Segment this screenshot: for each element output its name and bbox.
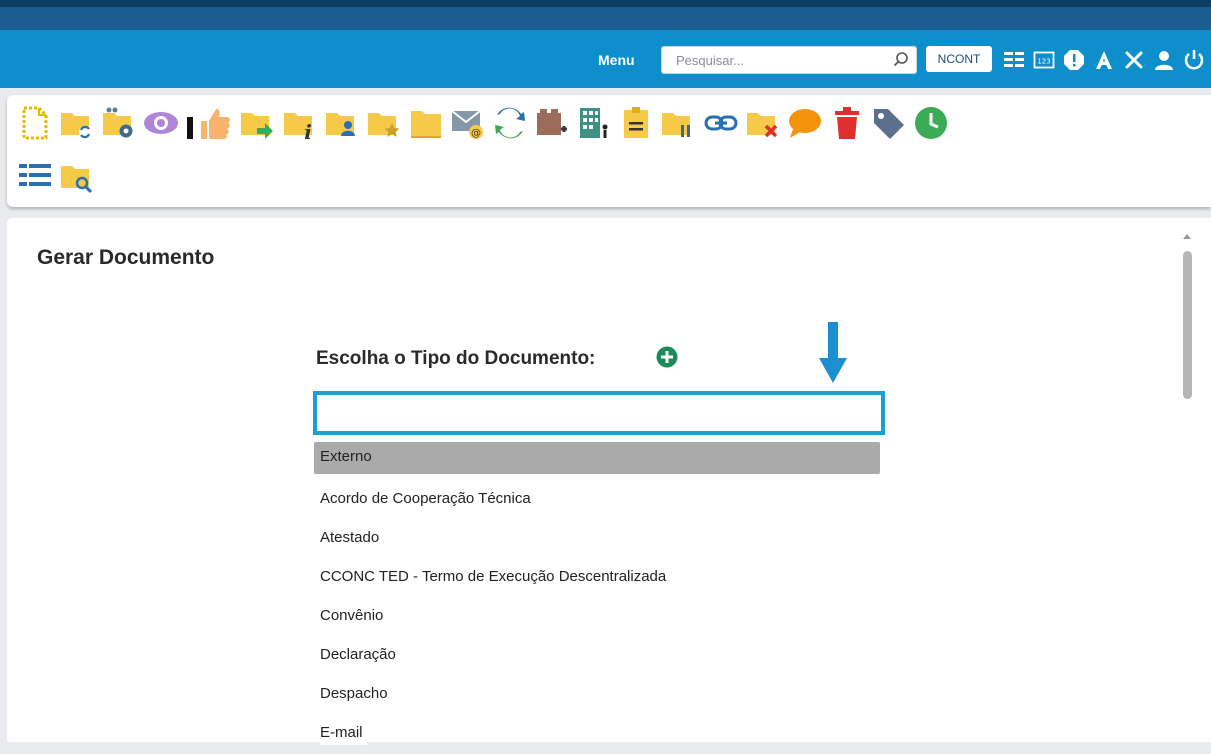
assign-process-icon[interactable]: [324, 105, 360, 141]
pause-process-icon[interactable]: [660, 105, 696, 141]
document-type-option-label: Externo: [320, 448, 372, 465]
search-process-icon[interactable]: [59, 158, 95, 194]
toolbar-row-2: [17, 158, 101, 194]
document-type-option-label: Despacho: [320, 682, 392, 706]
unit-selector-button[interactable]: NCONT: [926, 46, 992, 72]
document-type-option-label: Declaração: [320, 643, 400, 667]
process-toolbar: i @: [7, 95, 1211, 207]
header-icons: 123: [1003, 45, 1205, 75]
update-process-icon[interactable]: [59, 105, 95, 141]
numbered-icon[interactable]: 123: [1033, 49, 1055, 71]
svg-text:123: 123: [1037, 58, 1050, 66]
folder-icon[interactable]: [408, 105, 444, 141]
alert-icon[interactable]: [1063, 49, 1085, 71]
link-icon[interactable]: [703, 105, 739, 141]
user-icon[interactable]: [1153, 49, 1175, 71]
document-type-option[interactable]: Atestado: [314, 520, 880, 559]
search-box: [661, 46, 917, 74]
menu-link[interactable]: Menu: [598, 52, 635, 68]
document-type-option[interactable]: Externo: [314, 442, 880, 474]
page-title: Gerar Documento: [37, 246, 215, 269]
document-type-option-label: CCONC TED - Termo de Execução Descentral…: [320, 565, 671, 589]
scroll-thumb[interactable]: [1183, 251, 1192, 399]
document-type-option[interactable]: Despacho: [314, 676, 880, 715]
organization-icon[interactable]: [576, 105, 612, 141]
approve-icon[interactable]: [197, 105, 233, 141]
document-type-filter-input[interactable]: [313, 391, 885, 435]
delete-icon[interactable]: [829, 105, 865, 141]
comment-icon[interactable]: [787, 105, 823, 141]
main-content: Gerar Documento Escolha o Tipo do Docume…: [7, 218, 1211, 745]
power-icon[interactable]: [1183, 49, 1205, 71]
down-arrow-icon: [819, 322, 847, 383]
scroll-up-arrow[interactable]: [1183, 234, 1191, 239]
search-input[interactable]: [662, 47, 896, 73]
list-view-icon[interactable]: [1003, 49, 1025, 71]
document-type-option[interactable]: Acordo de Cooperação Técnica: [314, 481, 880, 520]
add-document-type-icon[interactable]: [656, 346, 678, 368]
document-type-option-label: Convênio: [320, 604, 388, 628]
document-type-option[interactable]: Declaração: [314, 637, 880, 676]
document-type-heading: Escolha o Tipo do Documento:: [316, 348, 596, 369]
relate-process-icon[interactable]: [492, 105, 528, 141]
document-type-option-label: Atestado: [320, 526, 384, 550]
document-type-option-label: E-mail: [320, 721, 367, 745]
add-block-icon[interactable]: [534, 105, 570, 141]
view-icon[interactable]: [143, 105, 179, 141]
document-type-option[interactable]: E-mail: [314, 715, 880, 754]
top-navigation-bar: Menu NCONT 123: [0, 0, 1211, 88]
process-info-icon[interactable]: i: [282, 105, 318, 141]
document-type-option-label: Acordo de Cooperação Técnica: [320, 487, 535, 511]
svg-text:@: @: [471, 128, 481, 139]
process-settings-icon[interactable]: [101, 105, 137, 141]
toolbar-row-1: i @: [17, 105, 955, 141]
clock-icon[interactable]: [913, 105, 949, 141]
separator: [185, 105, 195, 141]
tag-icon[interactable]: [871, 105, 907, 141]
tools-icon[interactable]: [1123, 49, 1145, 71]
send-email-icon[interactable]: @: [450, 105, 486, 141]
font-size-icon[interactable]: [1093, 49, 1115, 71]
svg-text:i: i: [304, 120, 312, 141]
tree-view-icon[interactable]: [17, 158, 53, 194]
document-type-option[interactable]: CCONC TED - Termo de Execução Descentral…: [314, 559, 880, 598]
send-process-icon[interactable]: [239, 105, 275, 141]
follow-process-icon[interactable]: [366, 105, 402, 141]
scrollbar[interactable]: [1177, 218, 1197, 742]
close-process-icon[interactable]: [745, 105, 781, 141]
note-icon[interactable]: [618, 105, 654, 141]
document-type-list: Externo Acordo de Cooperação Técnica Atest…: [314, 442, 880, 754]
document-type-option[interactable]: Convênio: [314, 598, 880, 637]
new-document-icon[interactable]: [17, 105, 53, 141]
search-icon[interactable]: [891, 50, 911, 70]
